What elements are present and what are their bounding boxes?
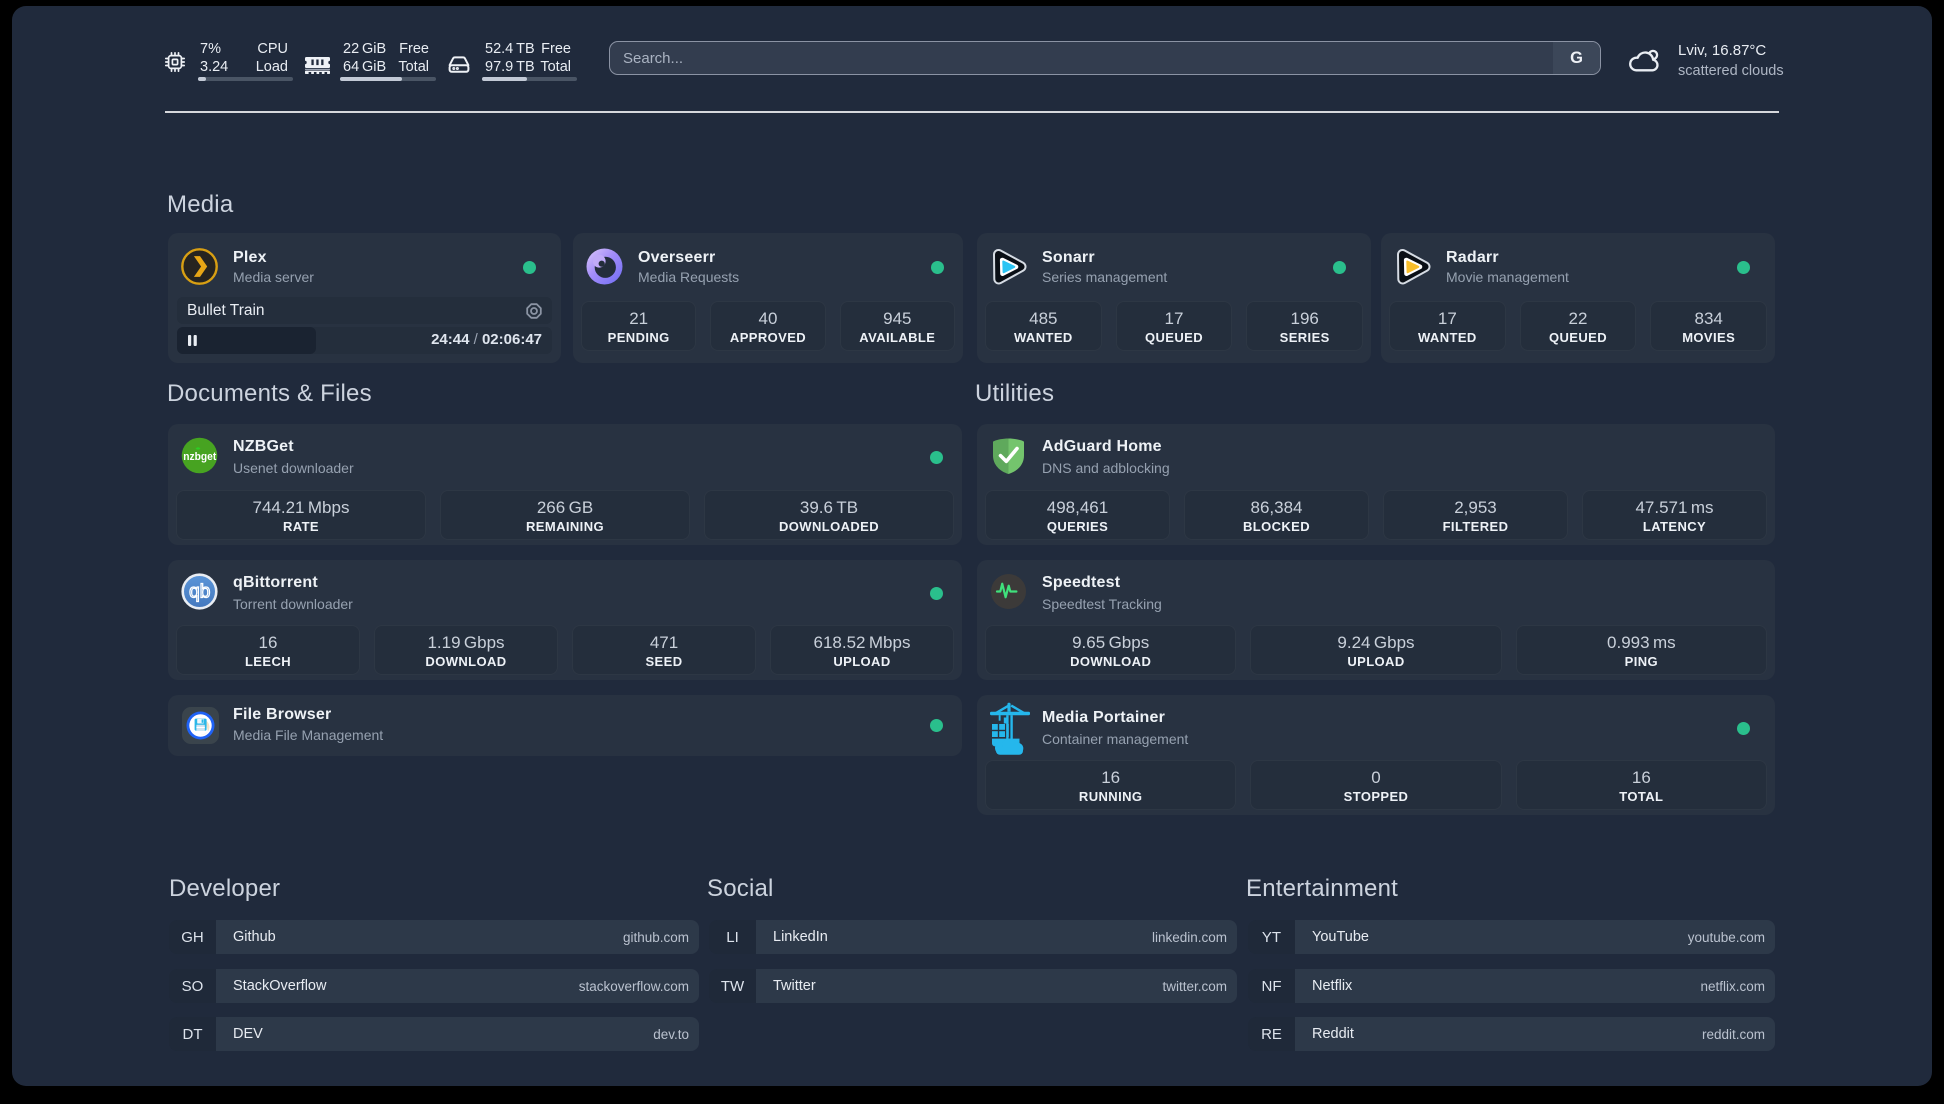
svg-text:nzbget: nzbget [183, 451, 216, 463]
svg-text:qb: qb [189, 582, 210, 603]
